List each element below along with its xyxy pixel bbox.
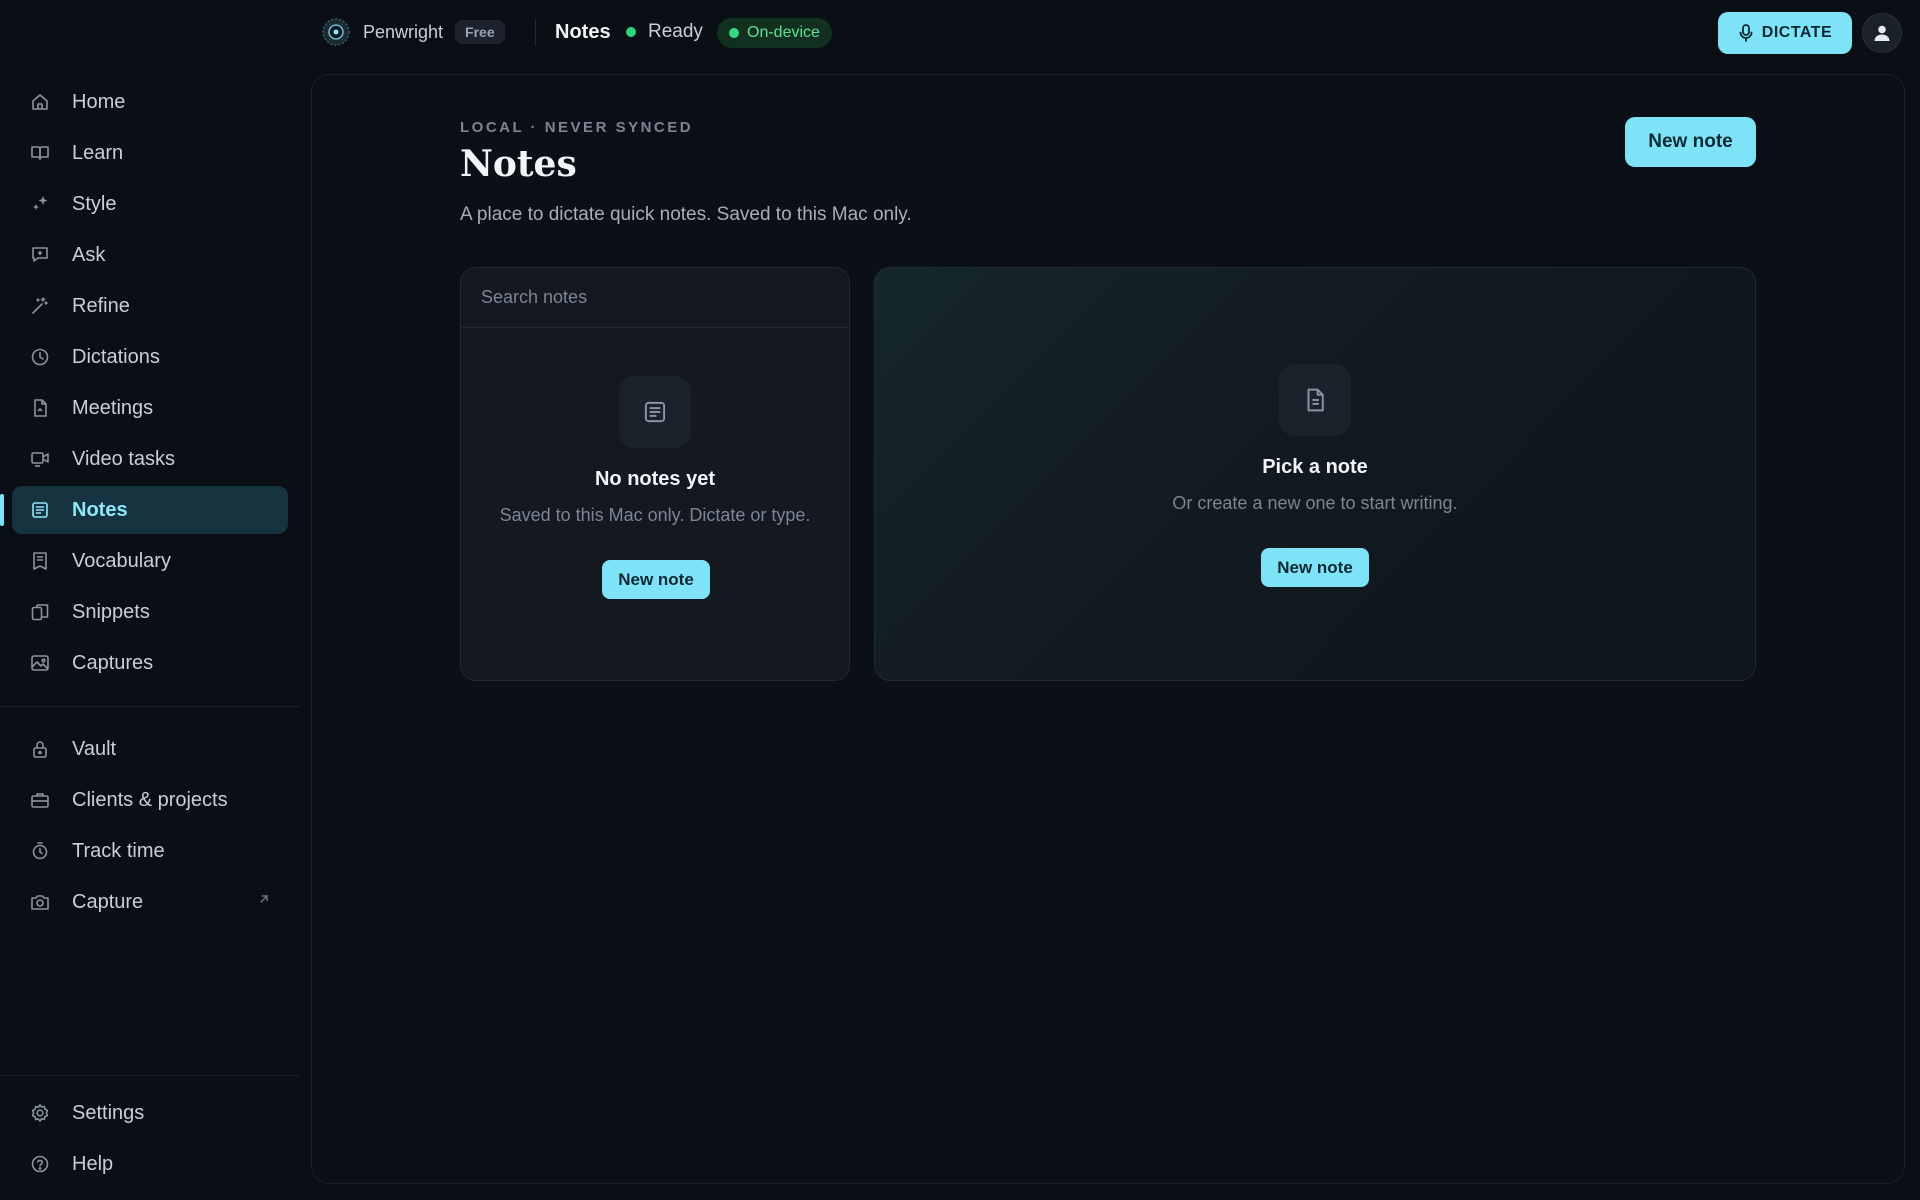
sidebar-item-ask[interactable]: Ask (12, 231, 288, 279)
topbar-divider (535, 20, 536, 46)
status-text: Ready (648, 21, 703, 42)
penwright-logo-icon (322, 18, 350, 46)
sidebar-item-dictations[interactable]: Dictations (12, 333, 288, 381)
sidebar-item-captures[interactable]: Captures (12, 639, 288, 687)
gear-icon (31, 1104, 49, 1122)
sidebar-item-notes[interactable]: Notes (12, 486, 288, 534)
dictate-button[interactable]: DICTATE (1718, 12, 1852, 54)
empty-list-icon-box (619, 376, 691, 448)
sidebar-item-label: Track time (72, 839, 165, 862)
sidebar-item-label: Dictations (72, 345, 160, 368)
briefcase-icon (31, 793, 49, 808)
video-icon (31, 452, 49, 467)
user-icon (1874, 25, 1890, 41)
sidebar-item-capture[interactable]: Capture (12, 878, 288, 926)
external-link-icon (260, 895, 268, 903)
sidebar-item-video-tasks[interactable]: Video tasks (12, 435, 288, 483)
avatar[interactable] (1862, 13, 1902, 53)
sidebar-item-help[interactable]: Help (12, 1140, 288, 1188)
lock-icon (33, 741, 47, 758)
sidebar-item-label: Refine (72, 294, 130, 317)
on-device-label: On-device (747, 24, 820, 41)
chat-icon (32, 247, 48, 262)
main-panel: LOCAL · NEVER SYNCED Notes A place to di… (311, 74, 1905, 1184)
status-dot (626, 27, 636, 37)
sidebar-item-label: Style (72, 192, 117, 215)
sidebar-divider (0, 1075, 300, 1076)
brand: Penwright Free (321, 17, 505, 47)
editor-empty-icon-box (1279, 364, 1351, 436)
new-note-button[interactable]: New note (1625, 117, 1756, 167)
dictate-label: DICTATE (1761, 24, 1833, 41)
sidebar-item-style[interactable]: Style (12, 180, 288, 228)
sidebar-item-label: Notes (72, 498, 128, 521)
sidebar-item-home[interactable]: Home (12, 78, 288, 126)
sidebar-item-track-time[interactable]: Track time (12, 827, 288, 875)
sidebar-item-label: Meetings (72, 396, 154, 419)
search-notes-input[interactable] (461, 268, 849, 328)
sidebar-item-meetings[interactable]: Meetings (12, 384, 288, 432)
plan-badge: Free (455, 20, 505, 44)
notes-list-panel: No notes yet Saved to this Mac only. Dic… (460, 267, 850, 681)
sidebar-item-settings[interactable]: Settings (12, 1089, 288, 1137)
notes-icon (32, 502, 48, 518)
status-indicator: Ready (626, 21, 703, 43)
editor-new-note-button[interactable]: New note (1261, 548, 1369, 587)
sidebar-item-label: Ask (72, 243, 106, 266)
clock-icon (31, 348, 49, 366)
empty-list-subtitle: Saved to this Mac only. Dictate or type. (499, 505, 811, 525)
sparkles-icon (33, 196, 48, 210)
sidebar-item-label: Vocabulary (72, 549, 171, 572)
sidebar-item-label: Clients & projects (72, 788, 228, 811)
notes-icon (644, 401, 666, 423)
image-icon (31, 655, 49, 671)
book-icon (31, 146, 49, 160)
sidebar-item-vault[interactable]: Vault (12, 725, 288, 773)
microphone-icon (1739, 24, 1753, 42)
active-nav-marker (0, 494, 4, 526)
on-device-badge: On-device (717, 18, 832, 48)
top-bar: Penwright Free Notes Ready On-device DIC… (0, 0, 1920, 66)
sidebar-item-label: Settings (72, 1101, 145, 1124)
document-icon (34, 399, 47, 417)
sidebar-item-label: Video tasks (72, 447, 176, 470)
bookmark-icon (33, 552, 47, 570)
home-icon (32, 94, 48, 110)
document-icon (1307, 388, 1324, 412)
on-device-dot (729, 28, 739, 38)
app-name: Penwright (363, 21, 444, 42)
sidebar-item-label: Help (72, 1152, 114, 1175)
stopwatch-icon (32, 842, 48, 860)
list-new-note-button[interactable]: New note (602, 560, 710, 599)
sidebar: Home Learn Style Ask Refine Dictations M… (0, 66, 300, 1200)
copy-icon (31, 604, 49, 621)
sidebar-item-snippets[interactable]: Snippets (12, 588, 288, 636)
sidebar-item-label: Vault (72, 737, 117, 760)
empty-list-title: No notes yet (594, 468, 716, 490)
editor-empty-title: Pick a note (1262, 456, 1368, 478)
help-icon (31, 1155, 49, 1173)
sidebar-item-label: Home (72, 90, 126, 113)
sidebar-item-label: Capture (72, 890, 144, 913)
sidebar-item-clients-projects[interactable]: Clients & projects (12, 776, 288, 824)
page-label: Notes (555, 21, 611, 43)
sidebar-item-learn[interactable]: Learn (12, 129, 288, 177)
sidebar-item-label: Captures (72, 651, 154, 674)
magic-icon (32, 297, 48, 314)
page-title: Notes (460, 143, 577, 185)
sidebar-item-label: Snippets (72, 600, 150, 623)
page-eyebrow: LOCAL · NEVER SYNCED (460, 119, 694, 136)
note-editor-panel: Pick a note Or create a new one to start… (874, 267, 1756, 681)
camera-icon (31, 895, 49, 910)
sidebar-item-vocabulary[interactable]: Vocabulary (12, 537, 288, 585)
sidebar-item-label: Learn (72, 141, 124, 164)
page-subtitle: A place to dictate quick notes. Saved to… (460, 204, 912, 225)
sidebar-item-refine[interactable]: Refine (12, 282, 288, 330)
editor-empty-subtitle: Or create a new one to start writing. (1172, 493, 1458, 513)
sidebar-divider (0, 706, 300, 707)
